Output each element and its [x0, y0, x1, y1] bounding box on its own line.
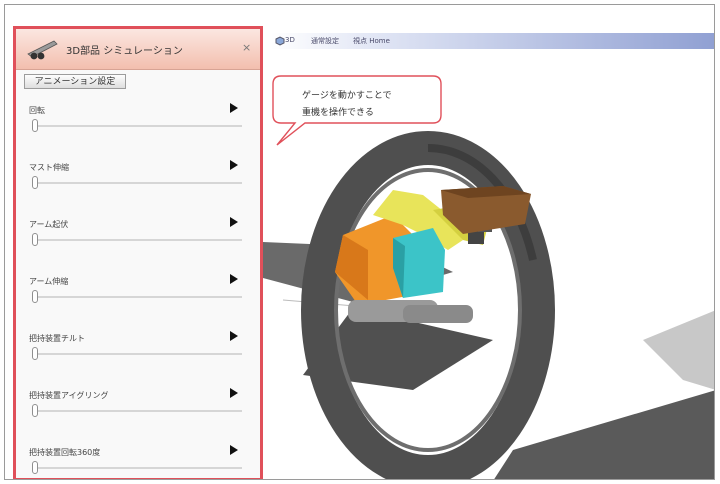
- slider-track[interactable]: [32, 182, 242, 184]
- slider-thumb[interactable]: [32, 461, 38, 474]
- control-arm-extend: アーム伸縮: [16, 274, 260, 332]
- control-arm-luffing: アーム起伏: [16, 217, 260, 275]
- 3d-parts-icon: [27, 40, 58, 60]
- callout-text: ゲージを動かすことで 重機を操作できる: [302, 88, 392, 122]
- play-icon[interactable]: [230, 274, 238, 284]
- animation-settings-button[interactable]: アニメーション設定: [24, 74, 126, 89]
- slider-thumb[interactable]: [32, 176, 38, 189]
- play-icon[interactable]: [230, 331, 238, 341]
- screenshot-frame: 3D 通常設定 視点 Home ゲージを動かすことで 重機を操作できる 3D部品…: [4, 4, 715, 480]
- tunnel-wall-segment: [643, 310, 714, 390]
- control-label: アーム伸縮: [29, 277, 69, 286]
- slider-track[interactable]: [32, 125, 242, 127]
- panel-title: 3D部品 シミュレーション: [66, 46, 183, 57]
- play-icon[interactable]: [230, 103, 238, 113]
- callout-line-2: 重機を操作できる: [302, 108, 374, 118]
- play-icon[interactable]: [230, 217, 238, 227]
- slider-track[interactable]: [32, 296, 242, 298]
- slider-thumb[interactable]: [32, 290, 38, 303]
- control-mast-extend: マスト伸縮: [16, 160, 260, 218]
- close-icon[interactable]: ×: [242, 41, 251, 54]
- slider-thumb[interactable]: [32, 404, 38, 417]
- slider-thumb[interactable]: [32, 233, 38, 246]
- control-label: 把持装置チルト: [29, 334, 85, 343]
- slider-track[interactable]: [32, 353, 242, 355]
- panel-header: 3D部品 シミュレーション ×: [16, 29, 260, 70]
- 3d-scene[interactable]: [263, 10, 715, 480]
- control-grip-ring: 把持装置アイグリング: [16, 388, 260, 446]
- control-label: 把持装置回転360度: [29, 448, 101, 457]
- slider-track[interactable]: [32, 239, 242, 241]
- callout-line-1: ゲージを動かすことで: [302, 91, 392, 101]
- tab-3d[interactable]: 3D: [285, 36, 295, 44]
- 3d-view-icon: [275, 36, 285, 46]
- simulation-panel: 3D部品 シミュレーション × アニメーション設定 回転 マスト伸縮 アーム起伏…: [13, 26, 263, 479]
- 3d-viewport[interactable]: [263, 10, 715, 480]
- control-grip-tilt: 把持装置チルト: [16, 331, 260, 389]
- play-icon[interactable]: [230, 445, 238, 455]
- control-label: 回転: [29, 106, 45, 115]
- control-label: マスト伸縮: [29, 163, 69, 172]
- control-label: アーム起伏: [29, 220, 69, 229]
- play-icon[interactable]: [230, 160, 238, 170]
- tab-view-home[interactable]: 視点 Home: [353, 36, 390, 46]
- slider-thumb[interactable]: [32, 119, 38, 132]
- tab-normal-settings[interactable]: 通常設定: [311, 36, 339, 46]
- slider-track[interactable]: [32, 410, 242, 412]
- play-icon[interactable]: [230, 388, 238, 398]
- slider-track[interactable]: [32, 467, 242, 469]
- slider-thumb[interactable]: [32, 347, 38, 360]
- control-label: 把持装置アイグリング: [29, 391, 109, 400]
- control-rotation: 回転: [16, 103, 260, 161]
- view-tab-bar: 3D 通常設定 視点 Home: [271, 33, 714, 49]
- control-grip-rotate-360: 把持装置回転360度: [16, 445, 260, 479]
- machine-track-rear: [403, 305, 473, 323]
